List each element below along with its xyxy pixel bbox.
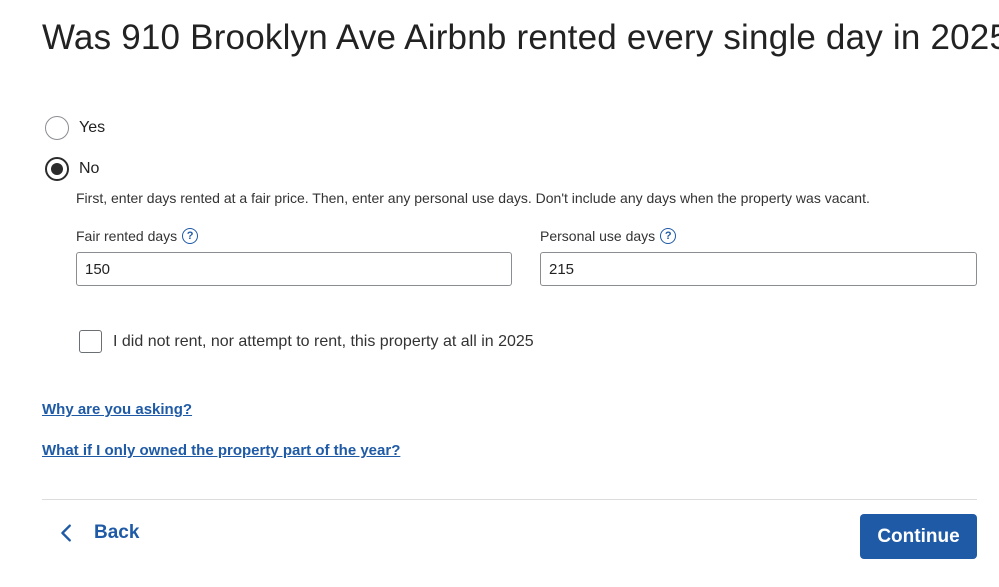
radio-option-yes[interactable]: Yes	[45, 116, 105, 140]
instructions-text: First, enter days rented at a fair price…	[76, 190, 870, 206]
personal-use-help-icon[interactable]: ?	[660, 228, 677, 244]
radio-no-label: No	[79, 160, 100, 177]
radio-option-no[interactable]: No	[45, 157, 99, 181]
back-button-label: Back	[94, 522, 140, 543]
did-not-rent-checkbox[interactable]	[79, 330, 102, 353]
footer-divider	[42, 499, 977, 500]
personal-use-days-label: Personal use days ?	[540, 228, 677, 244]
did-not-rent-option[interactable]: I did not rent, nor attempt to rent, thi…	[79, 330, 534, 353]
page-title: Was 910 Brooklyn Ave Airbnb rented every…	[42, 18, 999, 57]
continue-button[interactable]: Continue	[860, 514, 977, 559]
radio-yes-button[interactable]	[45, 116, 69, 140]
personal-use-days-label-text: Personal use days	[540, 228, 656, 244]
did-not-rent-label: I did not rent, nor attempt to rent, thi…	[113, 332, 534, 350]
personal-use-days-input[interactable]	[540, 252, 977, 286]
radio-no-button[interactable]	[45, 157, 69, 181]
owned-part-of-year-link[interactable]: What if I only owned the property part o…	[42, 442, 400, 459]
radio-yes-label: Yes	[79, 119, 106, 136]
back-button[interactable]: Back	[56, 522, 139, 544]
fair-rented-help-icon[interactable]: ?	[182, 228, 199, 244]
fair-rented-days-label-text: Fair rented days	[76, 228, 178, 244]
fair-rented-days-input[interactable]	[76, 252, 512, 286]
why-are-you-asking-link[interactable]: Why are you asking?	[42, 401, 192, 418]
chevron-left-icon	[61, 524, 71, 542]
fair-rented-days-label: Fair rented days ?	[76, 228, 199, 244]
